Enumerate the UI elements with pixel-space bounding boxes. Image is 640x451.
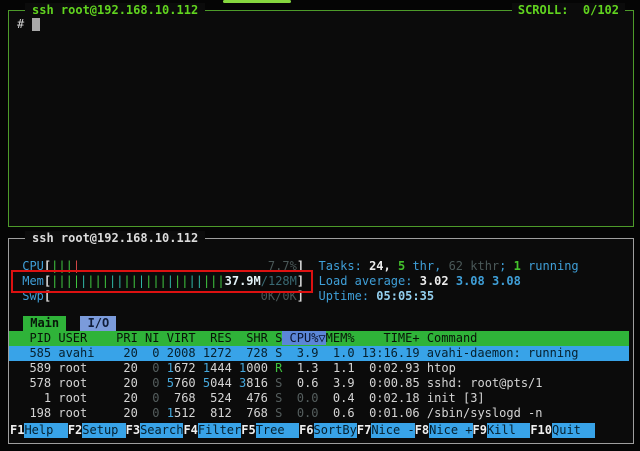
fkey-sortby[interactable]: F6SortBy: [299, 423, 357, 438]
terminal-screen: ssh root@192.168.10.112 SCROLL: 0/102 # …: [0, 0, 640, 451]
pane-htop[interactable]: ssh root@192.168.10.112 CPU[|||| 7.7%] T…: [8, 238, 634, 444]
shell-prompt-line[interactable]: #: [17, 17, 633, 32]
fkey-help[interactable]: F1Help: [10, 423, 68, 438]
fkey-kill[interactable]: F9Kill: [473, 423, 531, 438]
fkey-tree[interactable]: F5Tree: [241, 423, 299, 438]
swap-meter: Swp[ 0K/0K] Uptime: 05:05:35: [15, 289, 633, 304]
htop-tab-io[interactable]: I/O: [80, 316, 116, 331]
process-table-header[interactable]: PID USER PRI NI VIRT RES SHR S CPU%▽MEM%…: [9, 331, 629, 346]
function-key-bar: F1Help F2Setup F3SearchF4FilterF5Tree F6…: [10, 423, 632, 438]
fkey-quit[interactable]: F10Quit: [530, 423, 595, 438]
top-green-artifact-line: [223, 0, 291, 3]
htop-tab-main[interactable]: Main: [23, 316, 66, 331]
shell-prompt: #: [17, 17, 31, 31]
mem-meter: Mem[||||||||||||||||||||||||37.9M/128M] …: [15, 274, 633, 289]
pane-shell[interactable]: ssh root@192.168.10.112 SCROLL: 0/102 #: [8, 10, 634, 227]
process-table: 585 avahi 20 0 2008 1272 728 S 3.9 1.0 1…: [15, 346, 633, 421]
process-row[interactable]: 578 root 20 0 5760 5044 3816 S 0.6 3.9 0…: [9, 376, 629, 391]
pane-shell-title: ssh root@192.168.10.112: [25, 3, 205, 17]
process-row[interactable]: 1 root 20 0 768 524 476 S 0.0 0.4 0:02.1…: [9, 391, 629, 406]
text-cursor: [32, 18, 40, 31]
fkey-nice-[interactable]: F8Nice +: [415, 423, 473, 438]
fkey-nice-[interactable]: F7Nice -: [357, 423, 415, 438]
fkey-filter[interactable]: F4Filter: [183, 423, 241, 438]
fkey-setup[interactable]: F2Setup: [68, 423, 126, 438]
fkey-search[interactable]: F3Search: [126, 423, 184, 438]
scroll-indicator: SCROLL: 0/102: [512, 3, 625, 17]
process-row[interactable]: 589 root 20 0 1672 1444 1000 R 1.3 1.1 0…: [9, 361, 629, 376]
process-row[interactable]: 198 root 20 0 1512 812 768 S 0.0 0.6 0:0…: [9, 406, 629, 421]
process-row[interactable]: 585 avahi 20 0 2008 1272 728 S 3.9 1.0 1…: [9, 346, 629, 361]
cpu-meter: CPU[|||| 7.7%] Tasks: 24, 5 thr, 62 kthr…: [15, 259, 633, 274]
htop-tab-bar: Main I/O: [23, 316, 633, 331]
